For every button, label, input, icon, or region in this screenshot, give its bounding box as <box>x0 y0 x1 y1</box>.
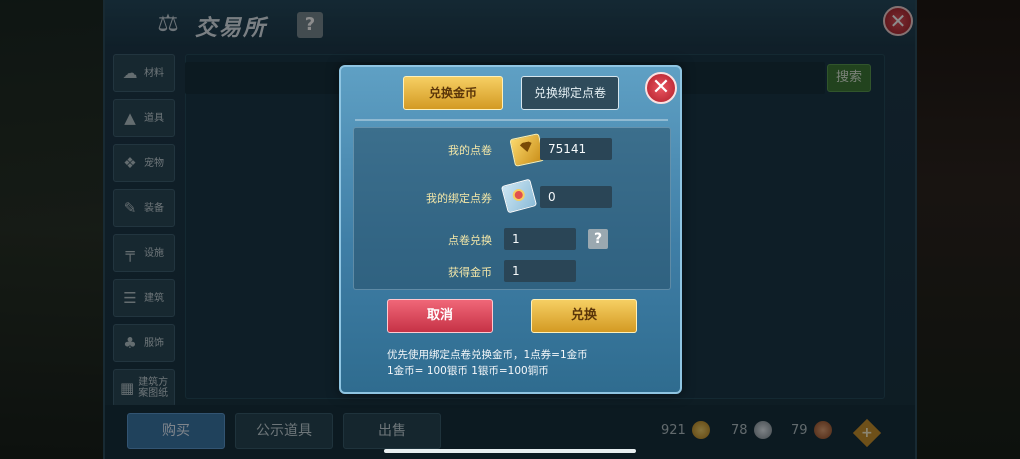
close-dialog-button[interactable]: ✕ <box>645 72 677 104</box>
cancel-button[interactable]: 取消 <box>387 299 493 333</box>
exchange-amount-input[interactable]: 1 <box>504 228 576 250</box>
receive-gold-label: 获得金币 <box>448 266 492 279</box>
note-line: 优先使用绑定点卷兑换金币，1点券=1金币 <box>387 349 588 361</box>
my-points-label: 我的点卷 <box>448 144 492 157</box>
tab-exchange-gold[interactable]: 兑换金币 <box>403 76 503 110</box>
divider <box>355 119 668 121</box>
exchange-notes: 优先使用绑定点卷兑换金币，1点券=1金币 1金币= 100银币 1银币=100铜… <box>387 347 657 379</box>
exchange-amount-label: 点卷兑换 <box>448 234 492 247</box>
exchange-dialog: 兑换金币 兑换绑定点卷 ✕ 我的点卷 75141 我的绑定点券 0 点卷兑换 1… <box>339 65 682 394</box>
exchange-panel: 我的点卷 75141 我的绑定点券 0 点卷兑换 1 ? 获得金币 1 <box>353 127 671 290</box>
exchange-button[interactable]: 兑换 <box>531 299 637 333</box>
exchange-help-button[interactable]: ? <box>588 229 608 249</box>
my-bound-points-value: 0 <box>540 186 612 208</box>
home-indicator[interactable] <box>384 449 636 453</box>
my-points-value: 75141 <box>540 138 612 160</box>
bound-ticket-icon <box>500 178 538 214</box>
tab-exchange-bound-points[interactable]: 兑换绑定点卷 <box>521 76 619 110</box>
my-bound-points-label: 我的绑定点券 <box>426 192 492 205</box>
note-line: 1金币= 100银币 1银币=100铜币 <box>387 365 549 377</box>
receive-gold-value: 1 <box>504 260 576 282</box>
